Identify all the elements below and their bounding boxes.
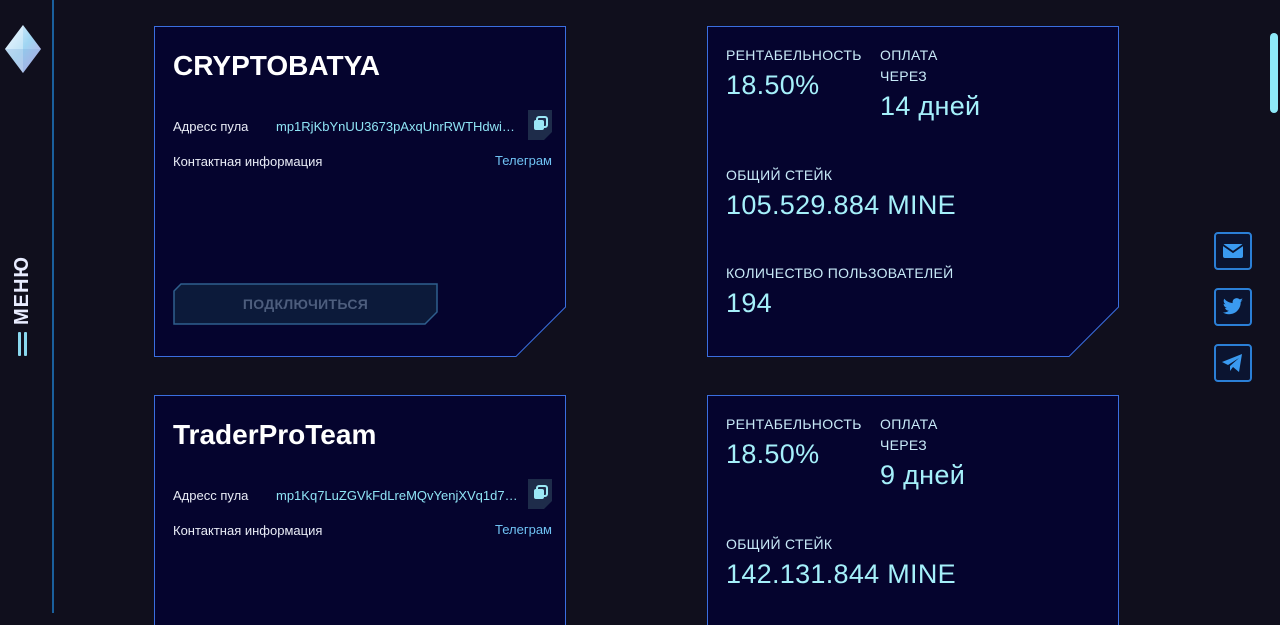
menu-button[interactable]: МЕНЮ	[8, 250, 38, 360]
address-label: Адресс пула	[173, 488, 249, 503]
copy-icon[interactable]	[528, 479, 552, 509]
pool-info-card: TraderProTeam Адресс пула mp1Kq7LuZGVkFd…	[154, 395, 566, 625]
connect-button-label: ПОДКЛЮЧИТЬСЯ	[242, 296, 369, 312]
payment-value: 9 дней	[880, 460, 966, 490]
profit-value: 18.50%	[726, 439, 820, 469]
address-value: mp1RjKbYnUU3673pAxqUnrRWTHdwi…	[276, 119, 515, 134]
payment-label: ОПЛАТА	[880, 47, 938, 63]
telegram-icon[interactable]	[1214, 344, 1252, 382]
users-value: 194	[726, 288, 772, 318]
pool-name: CRYPTOBATYA	[173, 50, 380, 81]
payment-label-2: ЧЕРЕЗ	[880, 437, 927, 453]
pool-stats-card: РЕНТАБЕЛЬНОСТЬ 18.50% ОПЛАТА ЧЕРЕЗ 9 дне…	[707, 395, 1119, 625]
telegram-link[interactable]: Телеграм	[495, 522, 552, 537]
pool-info-card: CRYPTOBATYA Адресс пула mp1RjKbYnUU3673p…	[154, 26, 566, 357]
diamond-logo-icon[interactable]	[4, 24, 42, 74]
payment-label: ОПЛАТА	[880, 416, 938, 432]
profit-label: РЕНТАБЕЛЬНОСТЬ	[726, 47, 862, 63]
profit-value: 18.50%	[726, 70, 820, 100]
menu-label-wrap: МЕНЮ	[8, 250, 38, 330]
contact-label: Контактная информация	[173, 523, 323, 538]
pool-name: TraderProTeam	[173, 419, 377, 450]
pool-stats-card: РЕНТАБЕЛЬНОСТЬ 18.50% ОПЛАТА ЧЕРЕЗ 14 дн…	[707, 26, 1119, 357]
stake-value: 105.529.884 MINE	[726, 190, 956, 220]
stake-label: ОБЩИЙ СТЕЙК	[726, 167, 833, 183]
payment-value: 14 дней	[880, 91, 981, 121]
telegram-link[interactable]: Телеграм	[495, 153, 552, 168]
copy-icon[interactable]	[528, 110, 552, 140]
stake-value: 142.131.844 MINE	[726, 559, 956, 589]
stake-label: ОБЩИЙ СТЕЙК	[726, 536, 833, 552]
users-label: КОЛИЧЕСТВО ПОЛЬЗОВАТЕЛЕЙ	[726, 265, 954, 281]
menu-bars-icon	[18, 332, 27, 356]
connect-button[interactable]: ПОДКЛЮЧИТЬСЯ	[173, 283, 438, 325]
scrollbar-thumb[interactable]	[1270, 33, 1278, 113]
profit-label: РЕНТАБЕЛЬНОСТЬ	[726, 416, 862, 432]
address-value: mp1Kq7LuZGVkFdLreMQvYenjXVq1d71…	[276, 488, 524, 503]
address-label: Адресс пула	[173, 119, 249, 134]
payment-label-2: ЧЕРЕЗ	[880, 68, 927, 84]
menu-label: МЕНЮ	[11, 255, 34, 325]
sidebar: МЕНЮ	[0, 0, 54, 613]
mail-icon[interactable]	[1214, 232, 1252, 270]
twitter-icon[interactable]	[1214, 288, 1252, 326]
contact-label: Контактная информация	[173, 154, 323, 169]
